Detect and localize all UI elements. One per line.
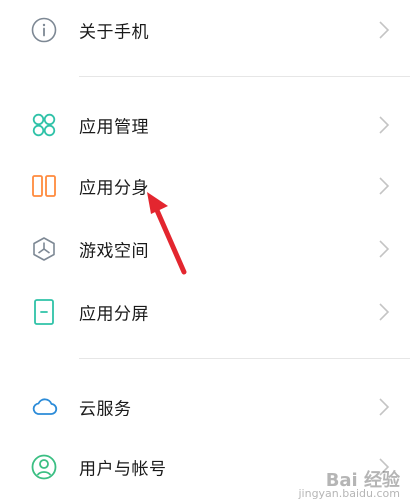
settings-item-split-screen[interactable]: 应用分屏 [0, 282, 410, 342]
chevron-right-icon [379, 303, 390, 321]
watermark: Bai 经验 jingyan.baidu.com [298, 470, 400, 501]
settings-item-label: 云服务 [79, 399, 132, 420]
info-icon [31, 17, 57, 43]
settings-item-label: 游戏空间 [79, 241, 149, 262]
cloud-icon [32, 398, 58, 415]
app-grid-icon [32, 113, 56, 137]
section-divider [79, 76, 410, 77]
settings-item-label: 应用分屏 [79, 304, 149, 325]
settings-item-game-space[interactable]: 游戏空间 [0, 219, 410, 279]
settings-item-label: 应用管理 [79, 117, 149, 138]
settings-item-label: 用户与帐号 [79, 459, 167, 480]
dual-app-icon [32, 175, 56, 197]
watermark-logo: Bai 经验 [325, 470, 400, 491]
chevron-right-icon [379, 177, 390, 195]
chevron-right-icon [379, 240, 390, 258]
chevron-right-icon [379, 21, 390, 39]
split-screen-icon [34, 299, 54, 325]
settings-item-label: 关于手机 [79, 22, 149, 43]
section-divider [79, 358, 410, 359]
chevron-right-icon [379, 398, 390, 416]
chevron-right-icon [379, 116, 390, 134]
settings-item-dual-apps[interactable]: 应用分身 [0, 156, 410, 216]
settings-item-app-management[interactable]: 应用管理 [0, 95, 410, 155]
user-account-icon [31, 454, 57, 480]
game-space-icon [33, 237, 55, 261]
settings-item-cloud-service[interactable]: 云服务 [0, 377, 410, 437]
settings-item-label: 应用分身 [79, 178, 149, 199]
watermark-url: jingyan.baidu.com [298, 487, 400, 500]
settings-item-about-phone[interactable]: 关于手机 [0, 0, 410, 60]
